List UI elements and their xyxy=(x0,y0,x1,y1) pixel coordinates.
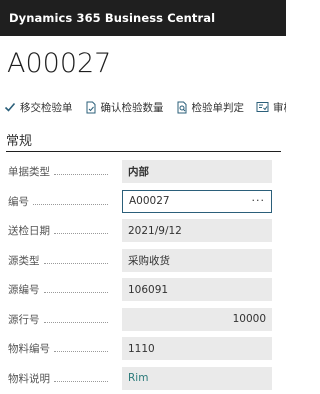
field-label: 物料编号 xyxy=(0,341,114,356)
field-label: 源类型 xyxy=(0,253,114,268)
app-title[interactable]: Dynamics 365 Business Central xyxy=(9,11,215,25)
more-options-icon[interactable]: ··· xyxy=(252,194,266,207)
item-description-value[interactable]: Rim xyxy=(122,366,272,390)
inspection-date-value[interactable]: 2021/9/12 xyxy=(122,219,272,242)
transfer-inspection-label: 移交检验单 xyxy=(20,101,73,114)
field-label: 送检日期 xyxy=(0,223,114,238)
action-toolbar: 移交检验单 确认检验数量 检验单判定 审核 xyxy=(0,92,286,122)
approve-label: 审核 xyxy=(273,101,286,114)
inspection-judgement-button[interactable]: 检验单判定 xyxy=(176,100,245,115)
section-general[interactable]: 常规 xyxy=(6,126,281,152)
app-header: Dynamics 365 Business Central xyxy=(0,0,286,36)
field-row-source-line: 源行号 10000 xyxy=(0,307,286,331)
inspection-judgement-label: 检验单判定 xyxy=(191,101,245,114)
section-title: 常规 xyxy=(6,134,33,149)
field-label: 物料说明 xyxy=(0,371,114,386)
document-type-value[interactable]: 内部 xyxy=(122,160,272,183)
field-row-item-number: 物料编号 1110 xyxy=(0,337,286,360)
field-label: 源行号 xyxy=(0,312,114,327)
page-title: A00027 xyxy=(7,48,112,79)
source-type-value[interactable]: 采购收货 xyxy=(122,248,272,272)
item-number-value[interactable]: 1110 xyxy=(122,337,272,360)
field-label: 编号 xyxy=(0,194,114,209)
number-value: A00027 xyxy=(129,195,170,207)
field-row-source-type: 源类型 采购收货 xyxy=(0,248,286,272)
document-confirm-icon xyxy=(86,101,95,113)
checkmark-icon xyxy=(4,102,16,112)
source-line-value[interactable]: 10000 xyxy=(122,307,272,331)
number-field[interactable]: A00027 ··· xyxy=(122,189,272,213)
field-label: 单据类型 xyxy=(0,164,114,179)
approve-button[interactable]: 审核 xyxy=(256,100,286,115)
field-label: 源编号 xyxy=(0,282,114,297)
source-number-value[interactable]: 106091 xyxy=(122,278,272,301)
transfer-inspection-button[interactable]: 移交检验单 xyxy=(4,100,73,115)
field-row-item-description: 物料说明 Rim xyxy=(0,366,286,390)
document-search-icon xyxy=(177,101,186,113)
confirm-quantity-label: 确认检验数量 xyxy=(100,101,164,114)
field-list: 单据类型 内部 编号 A00027 ··· 送检日期 2021/9/12 源类型… xyxy=(0,160,286,390)
field-row-source-number: 源编号 106091 xyxy=(0,278,286,301)
confirm-quantity-button[interactable]: 确认检验数量 xyxy=(85,100,164,115)
field-row-inspection-date: 送检日期 2021/9/12 xyxy=(0,219,286,242)
field-row-document-type: 单据类型 内部 xyxy=(0,160,286,183)
field-row-number: 编号 A00027 ··· xyxy=(0,189,286,213)
approve-icon xyxy=(256,102,269,112)
